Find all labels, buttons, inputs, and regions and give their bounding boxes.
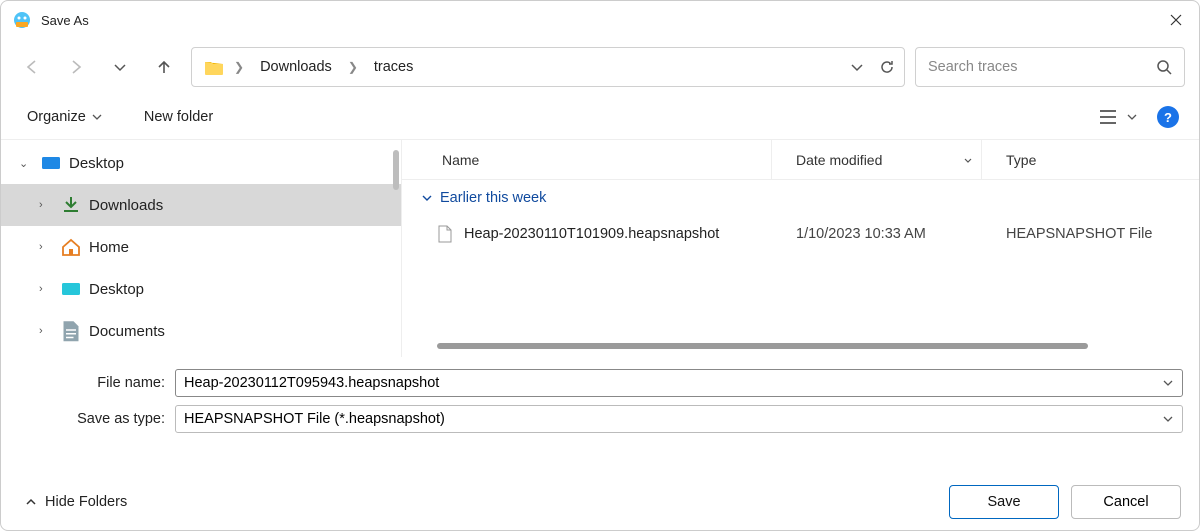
filename-label: File name: (17, 375, 165, 391)
search-placeholder: Search traces (928, 59, 1148, 75)
horizontal-scrollbar[interactable] (422, 343, 1179, 351)
desktop-icon (41, 154, 61, 172)
save-button[interactable]: Save (949, 485, 1059, 519)
main-area: ⌄ Desktop › Downloads › Home (1, 139, 1199, 357)
sidebar-item-label: Home (89, 239, 129, 256)
chevron-up-icon (25, 496, 37, 508)
save-button-label: Save (987, 494, 1020, 510)
hide-folders-label: Hide Folders (45, 494, 127, 510)
chevron-down-icon (422, 193, 432, 203)
document-icon (61, 322, 81, 340)
file-type: HEAPSNAPSHOT File (982, 226, 1199, 242)
column-header-type[interactable]: Type (982, 140, 1199, 179)
up-button[interactable] (147, 50, 181, 84)
column-label: Type (1006, 152, 1036, 168)
savetype-select[interactable]: HEAPSNAPSHOT File (*.heapsnapshot) (175, 405, 1183, 433)
address-dropdown-icon[interactable] (850, 60, 864, 74)
cancel-button[interactable]: Cancel (1071, 485, 1181, 519)
filename-value: Heap-20230112T095943.heapsnapshot (184, 375, 439, 391)
sidebar-tree: ⌄ Desktop › Downloads › Home (1, 140, 401, 357)
chevron-down-icon (1162, 413, 1174, 425)
sidebar-scrollbar[interactable] (393, 150, 399, 190)
column-header-modified[interactable]: Date modified (772, 140, 982, 179)
sidebar-item-desktop-2[interactable]: › Desktop (1, 268, 401, 310)
search-icon (1156, 59, 1172, 75)
file-name: Heap-20230110T101909.heapsnapshot (464, 226, 719, 242)
address-bar[interactable]: ❯ Downloads ❯ traces (191, 47, 905, 87)
sidebar-item-documents[interactable]: › Documents (1, 310, 401, 352)
file-list-pane: Name Date modified Type Earlier this wee… (401, 140, 1199, 357)
nav-row: ❯ Downloads ❯ traces Search traces (1, 39, 1199, 95)
refresh-button[interactable] (878, 58, 896, 76)
home-icon (61, 238, 81, 256)
chevron-right-icon: › (39, 241, 53, 253)
close-button[interactable] (1153, 1, 1199, 39)
column-headers: Name Date modified Type (402, 140, 1199, 180)
breadcrumb-traces[interactable]: traces (368, 55, 420, 79)
list-view-icon (1099, 109, 1117, 125)
chevron-down-icon: ⌄ (19, 157, 33, 170)
chevron-right-icon: ❯ (232, 60, 246, 74)
back-button[interactable] (15, 50, 49, 84)
group-header[interactable]: Earlier this week (402, 180, 1199, 216)
savetype-label: Save as type: (17, 411, 165, 427)
cancel-button-label: Cancel (1103, 494, 1148, 510)
sidebar-item-desktop[interactable]: ⌄ Desktop (1, 142, 401, 184)
new-folder-label: New folder (144, 109, 213, 125)
column-header-name[interactable]: Name (402, 140, 772, 179)
chevron-right-icon: › (39, 199, 53, 211)
sort-indicator-icon (963, 155, 973, 165)
title-bar: Save As (1, 1, 1199, 39)
organize-label: Organize (27, 109, 86, 125)
chevron-right-icon: › (39, 325, 53, 337)
desktop-icon (61, 280, 81, 298)
organize-menu[interactable]: Organize (21, 105, 108, 129)
filename-input[interactable]: Heap-20230112T095943.heapsnapshot (175, 369, 1183, 397)
savetype-value: HEAPSNAPSHOT File (*.heapsnapshot) (184, 411, 445, 427)
file-row[interactable]: Heap-20230110T101909.heapsnapshot 1/10/2… (402, 216, 1199, 252)
chevron-down-icon (1127, 112, 1137, 122)
new-folder-button[interactable]: New folder (138, 105, 219, 129)
chevron-down-icon (92, 112, 102, 122)
file-icon (438, 225, 452, 243)
chevron-right-icon: ❯ (346, 60, 360, 74)
group-header-label: Earlier this week (440, 190, 546, 206)
sidebar-item-label: Desktop (69, 155, 124, 172)
column-label: Name (442, 152, 479, 168)
sidebar-item-label: Downloads (89, 197, 163, 214)
save-form: File name: Heap-20230112T095943.heapsnap… (1, 357, 1199, 441)
footer: Hide Folders Save Cancel (1, 474, 1199, 530)
sidebar-item-downloads[interactable]: › Downloads (1, 184, 401, 226)
search-input[interactable]: Search traces (915, 47, 1185, 87)
chevron-right-icon: › (39, 283, 53, 295)
sidebar-item-home[interactable]: › Home (1, 226, 401, 268)
window-title: Save As (41, 13, 89, 28)
chevron-down-icon (1162, 377, 1174, 389)
breadcrumb-downloads[interactable]: Downloads (254, 55, 338, 79)
help-button[interactable]: ? (1157, 106, 1179, 128)
column-label: Date modified (796, 152, 882, 168)
hide-folders-button[interactable]: Hide Folders (19, 490, 133, 514)
sidebar-item-label: Desktop (89, 281, 144, 298)
view-options-button[interactable] (1093, 105, 1143, 129)
toolbar: Organize New folder ? (1, 95, 1199, 139)
app-icon (13, 11, 31, 29)
recent-dropdown[interactable] (103, 50, 137, 84)
folder-icon (204, 59, 224, 75)
download-icon (61, 196, 81, 214)
file-modified: 1/10/2023 10:33 AM (772, 226, 982, 242)
forward-button[interactable] (59, 50, 93, 84)
sidebar-item-label: Documents (89, 323, 165, 340)
